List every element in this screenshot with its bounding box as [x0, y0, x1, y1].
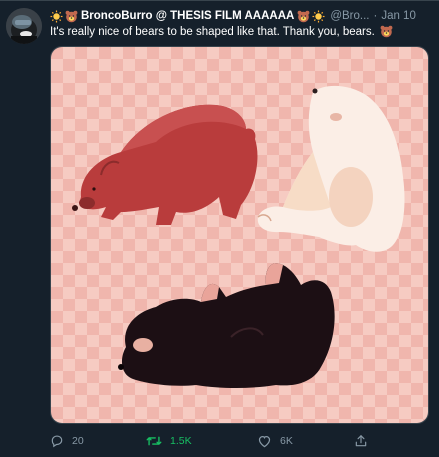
- tweet-image[interactable]: [50, 46, 429, 424]
- avatar-image: [6, 8, 42, 44]
- bear-emoji-icon: [297, 10, 310, 23]
- like-button[interactable]: 6K: [257, 432, 293, 450]
- avatar[interactable]: [6, 8, 42, 44]
- heart-icon: [258, 435, 271, 448]
- bear-emoji-icon: [65, 10, 78, 23]
- display-name[interactable]: BroncoBurro @ THESIS FILM AAAAAA: [81, 10, 294, 22]
- tweet-actions: 20 1.5K 6K: [50, 432, 435, 450]
- separator-dot: ·: [373, 10, 378, 22]
- retweet-icon: [146, 436, 162, 446]
- bears-illustration: [51, 47, 428, 423]
- sun-emoji-icon: [312, 10, 325, 23]
- top-divider: [0, 0, 439, 1]
- timestamp[interactable]: Jan 10: [381, 10, 416, 22]
- sun-emoji-icon: [50, 10, 63, 23]
- share-icon: [355, 435, 367, 447]
- tweet-text: It's really nice of bears to be shaped l…: [50, 25, 435, 39]
- share-button[interactable]: [354, 432, 376, 450]
- retweet-count: 1.5K: [170, 435, 192, 447]
- bear-emoji-icon: [380, 25, 393, 38]
- reply-button[interactable]: 20: [50, 432, 84, 450]
- reply-count: 20: [72, 435, 84, 447]
- handle[interactable]: @Bro...: [330, 10, 369, 22]
- like-count: 6K: [280, 435, 293, 447]
- retweet-button[interactable]: 1.5K: [146, 432, 192, 450]
- tweet-header: BroncoBurro @ THESIS FILM AAAAAA @Bro...…: [50, 8, 435, 24]
- reply-icon: [51, 435, 63, 448]
- tweet-text-body: It's really nice of bears to be shaped l…: [50, 26, 375, 38]
